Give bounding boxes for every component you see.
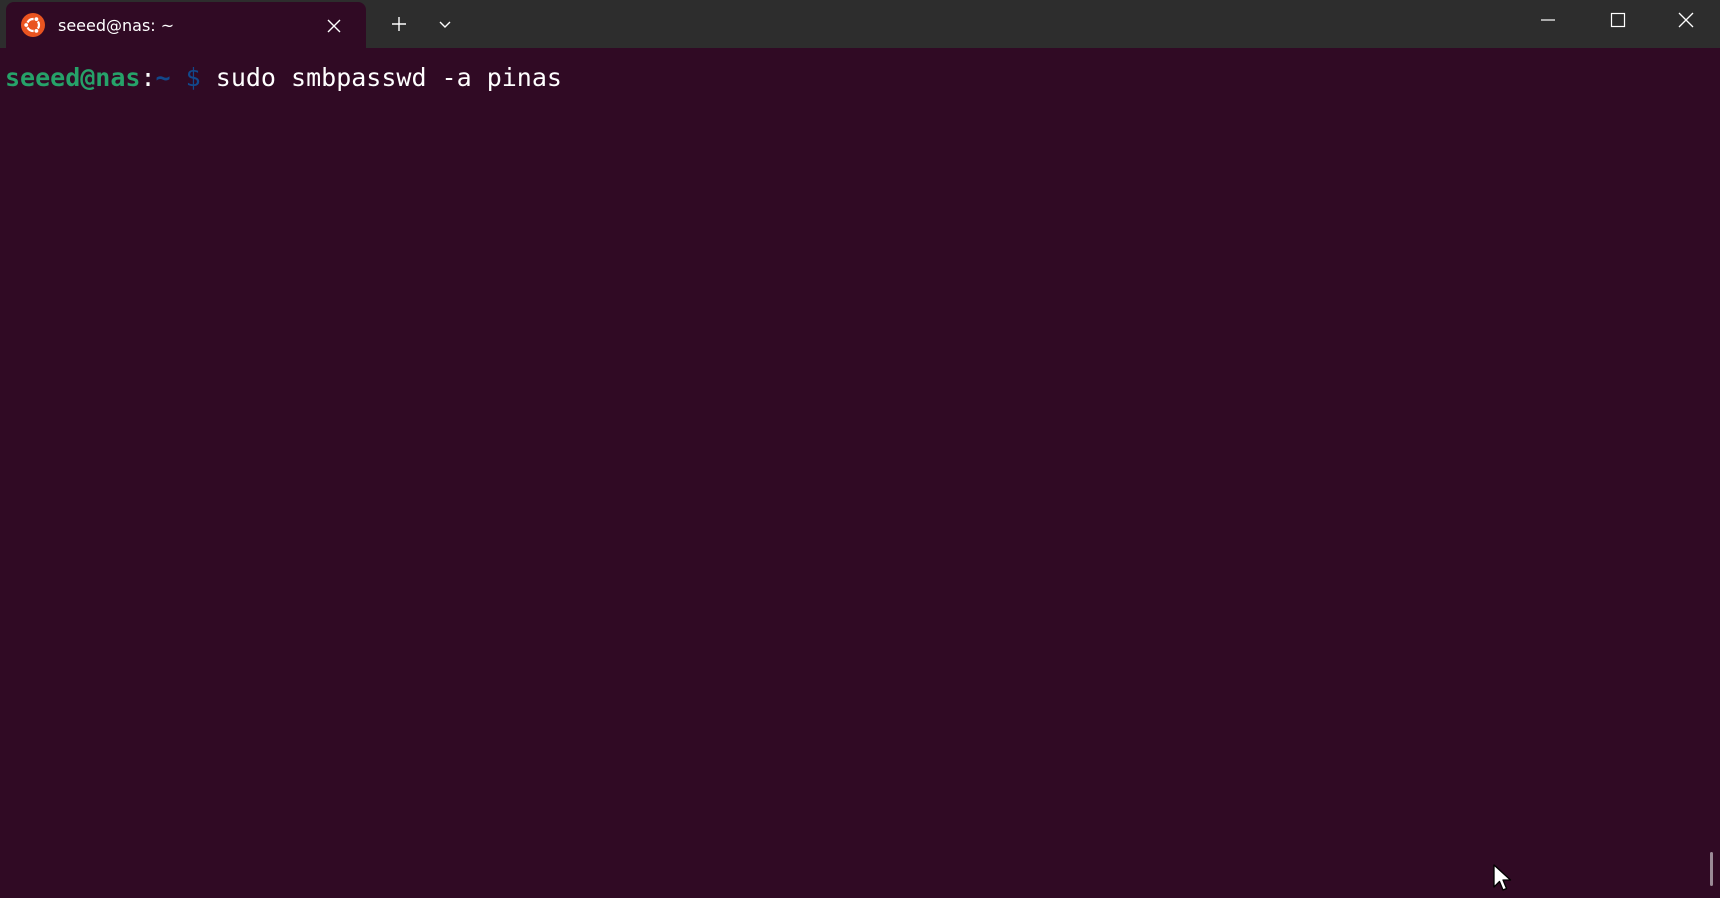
prompt-user-host: seeed@nas (5, 63, 141, 92)
tab-title: seeed@nas: ~ (58, 16, 175, 35)
mouse-pointer-icon (1492, 863, 1514, 893)
command-text: sudo smbpasswd -a pinas (215, 63, 562, 92)
close-icon[interactable] (1652, 0, 1720, 40)
tab-terminal[interactable]: seeed@nas: ~ (6, 2, 366, 48)
title-bar[interactable]: seeed@nas: ~ (0, 0, 1720, 48)
maximize-icon[interactable] (1584, 0, 1652, 40)
ubuntu-logo-icon (21, 13, 45, 37)
prompt-colon: : (140, 63, 156, 92)
terminal-window: seeed@nas: ~ seeed@nas:~ $ sudo smbpassw… (0, 0, 1720, 898)
terminal-area[interactable]: seeed@nas:~ $ sudo smbpasswd -a pinas (0, 48, 1720, 898)
prompt-symbol: $ (185, 63, 201, 92)
close-icon[interactable] (322, 14, 346, 38)
prompt-path: ~ (155, 63, 171, 92)
plus-icon[interactable] (384, 10, 414, 38)
command-line: seeed@nas:~ $ sudo smbpasswd -a pinas (5, 63, 562, 93)
scrollbar[interactable] (1710, 852, 1713, 886)
chevron-down-icon[interactable] (430, 10, 460, 38)
minimize-icon[interactable] (1514, 0, 1582, 40)
